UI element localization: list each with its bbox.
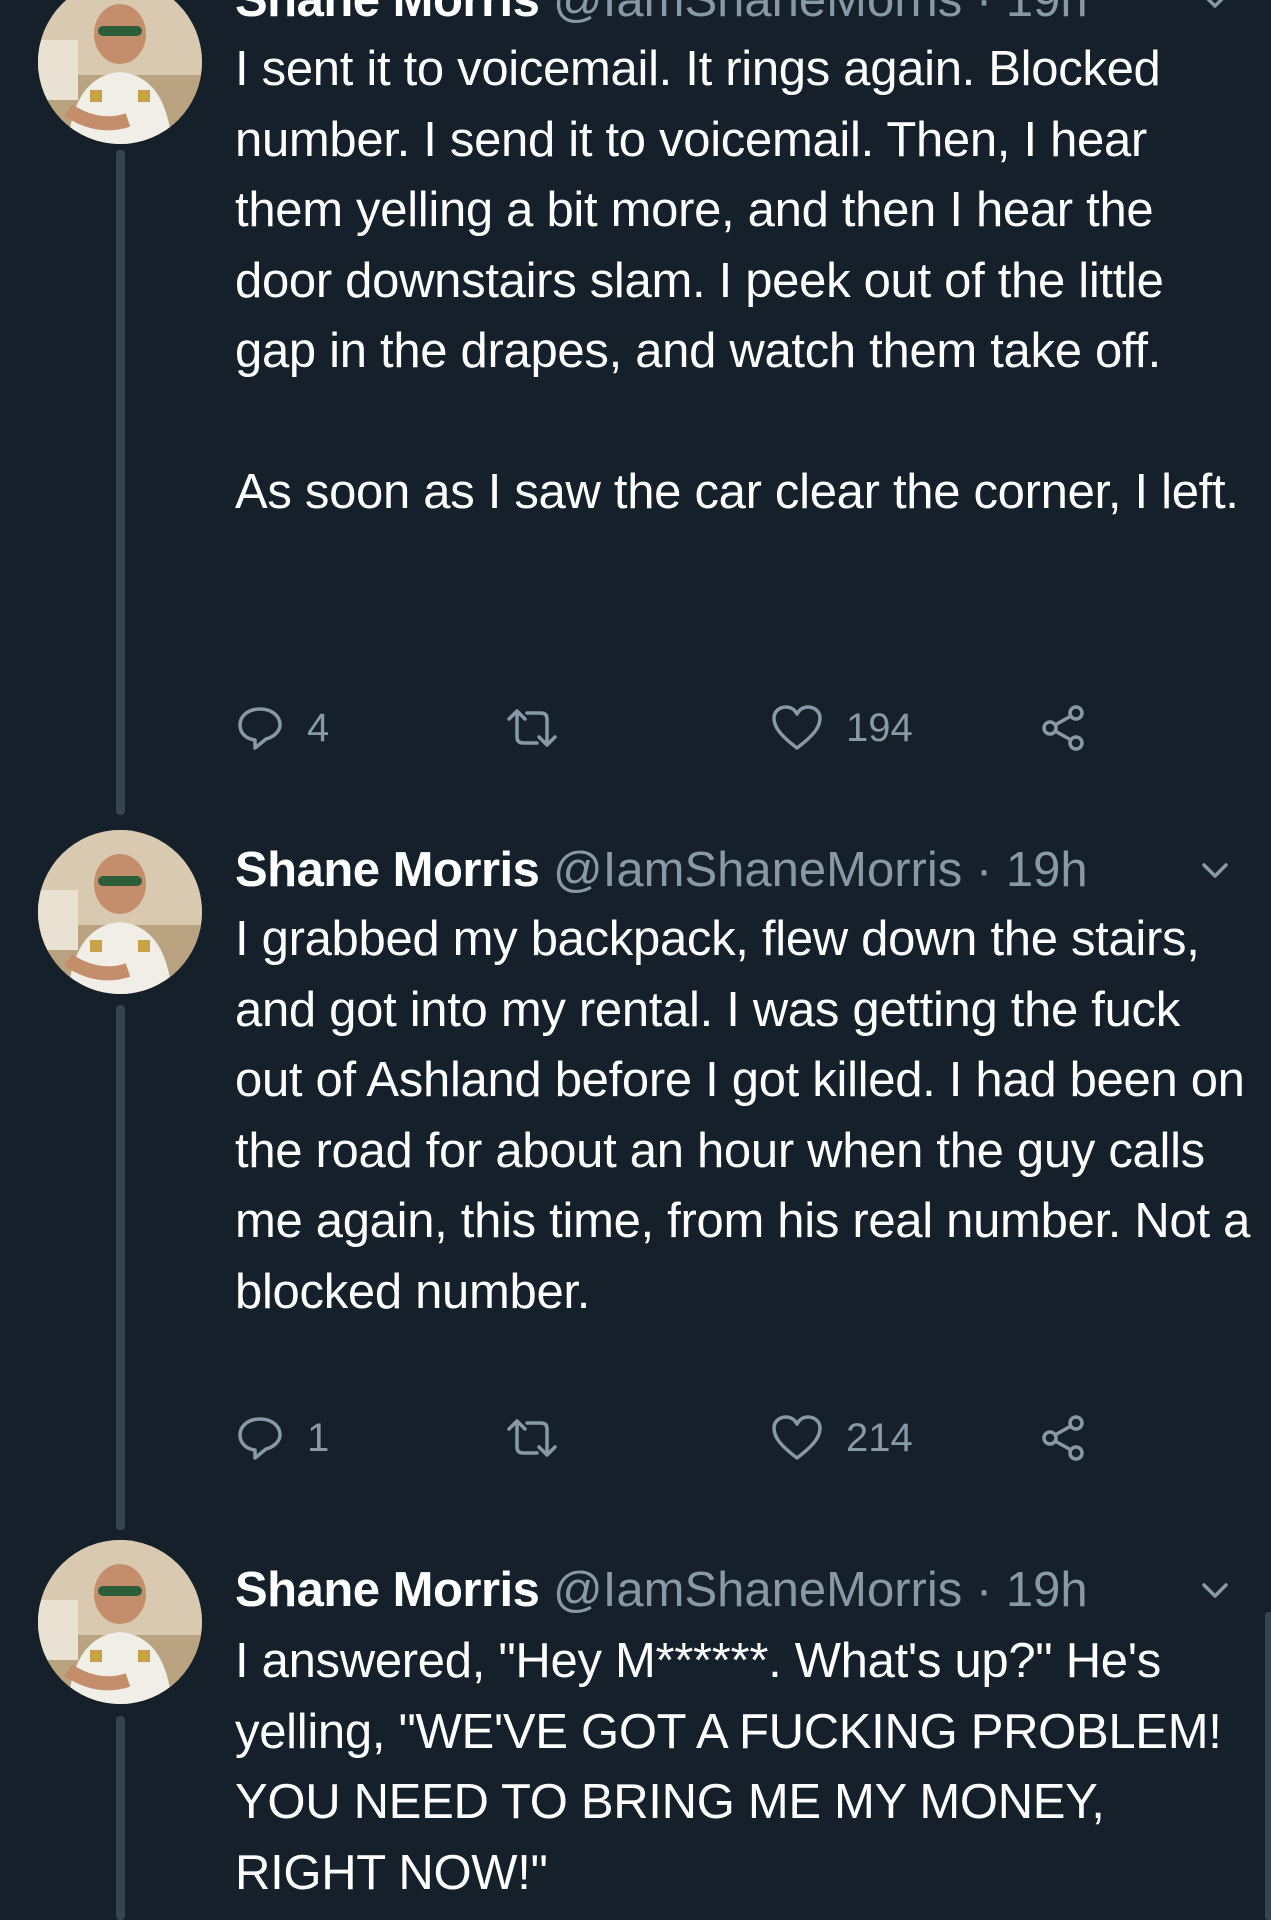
share-button[interactable] bbox=[1038, 1408, 1088, 1468]
author-handle[interactable]: @IamShaneMorris bbox=[553, 1563, 962, 1617]
chevron-down-icon[interactable] bbox=[1196, 0, 1234, 20]
author-name[interactable]: Shane Morris bbox=[235, 843, 540, 897]
retweet-button[interactable] bbox=[503, 698, 561, 758]
avatar[interactable] bbox=[38, 1540, 202, 1704]
share-button[interactable] bbox=[1038, 698, 1088, 758]
timestamp[interactable]: 19h bbox=[1006, 1563, 1088, 1617]
chevron-down-icon[interactable] bbox=[1196, 1572, 1234, 1610]
reply-icon bbox=[238, 707, 282, 750]
share-icon bbox=[1042, 1415, 1084, 1461]
tweet-text: I sent it to voicemail. It rings again. … bbox=[235, 42, 1239, 519]
heart-icon bbox=[772, 1415, 822, 1460]
like-count: 194 bbox=[846, 705, 913, 750]
separator: · bbox=[975, 1563, 993, 1617]
tweet-header: Shane Morris @IamShaneMorris · 19h bbox=[235, 840, 1088, 900]
chevron-down-icon[interactable] bbox=[1196, 852, 1234, 890]
tweet-text: I grabbed my backpack, flew down the sta… bbox=[235, 912, 1264, 1319]
tweet[interactable]: Shane Morris @IamShaneMorris · 19h I sen… bbox=[0, 0, 1271, 800]
tweet-actions: 1 214 bbox=[235, 1408, 1135, 1468]
author-name[interactable]: Shane Morris bbox=[235, 0, 540, 27]
timestamp[interactable]: 19h bbox=[1006, 0, 1088, 27]
like-button[interactable]: 214 bbox=[770, 1408, 913, 1468]
author-name[interactable]: Shane Morris bbox=[235, 1563, 540, 1617]
tweet-actions: 4 194 bbox=[235, 698, 1135, 758]
timestamp[interactable]: 19h bbox=[1006, 843, 1088, 897]
separator: · bbox=[975, 0, 993, 27]
retweet-button[interactable] bbox=[503, 1408, 561, 1468]
author-handle[interactable]: @IamShaneMorris bbox=[553, 0, 962, 27]
avatar[interactable] bbox=[38, 0, 202, 144]
avatar[interactable] bbox=[38, 830, 202, 994]
reply-count: 4 bbox=[307, 705, 330, 750]
scrollbar[interactable] bbox=[1265, 1612, 1271, 1920]
reply-count: 1 bbox=[307, 1415, 330, 1460]
tweet[interactable]: Shane Morris @IamShaneMorris · 19h I ans… bbox=[0, 1530, 1271, 1920]
reply-icon bbox=[238, 1417, 282, 1460]
reply-button[interactable]: 4 bbox=[235, 698, 329, 758]
tweet-header: Shane Morris @IamShaneMorris · 19h bbox=[235, 1560, 1088, 1620]
reply-button[interactable]: 1 bbox=[235, 1408, 329, 1468]
author-handle[interactable]: @IamShaneMorris bbox=[553, 843, 962, 897]
separator: · bbox=[975, 843, 993, 897]
retweet-icon bbox=[507, 1419, 557, 1457]
like-button[interactable]: 194 bbox=[770, 698, 913, 758]
like-count: 214 bbox=[846, 1415, 913, 1460]
tweet[interactable]: Shane Morris @IamShaneMorris · 19h I gra… bbox=[0, 820, 1271, 1510]
tweet-header: Shane Morris @IamShaneMorris · 19h bbox=[235, 0, 1088, 30]
retweet-icon bbox=[507, 709, 557, 747]
share-icon bbox=[1042, 705, 1084, 751]
tweet-text: I answered, "Hey M******. What's up?" He… bbox=[235, 1634, 1234, 1900]
heart-icon bbox=[772, 705, 822, 750]
